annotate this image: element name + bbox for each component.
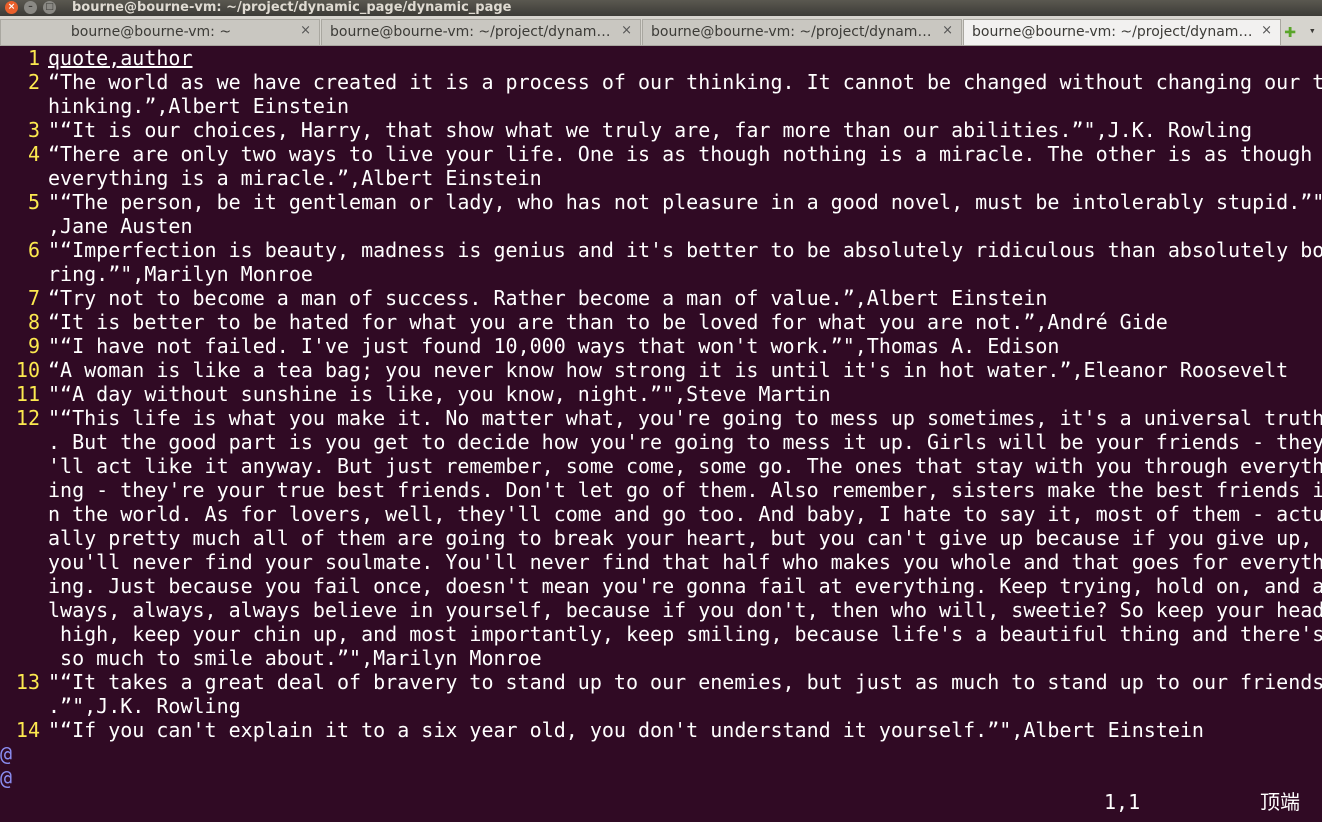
minimize-window-button[interactable]: – [24,1,37,14]
line-number: 5 [27,190,40,214]
tab-close-icon[interactable]: × [621,23,632,38]
line-text: “The world as we have created it is a pr… [48,70,1322,94]
line-text: ,Jane Austen [48,214,193,238]
line-number: 9 [27,334,40,358]
line-text: high, keep your chin up, and most import… [48,622,1322,646]
line-number: 11 [15,382,40,406]
line-text: "“A day without sunshine is like, you kn… [48,382,831,406]
line-text: "“It takes a great deal of bravery to st… [48,670,1322,694]
line-text: "“This life is what you make it. No matt… [48,406,1322,430]
tab-label: bourne@bourne-vm: ~/project/dynamic_page [330,24,614,40]
line-text: ing. Just because you fail once, doesn't… [48,574,1322,598]
line-text: 'll act like it anyway. But just remembe… [48,454,1322,478]
line-text: "“I have not failed. I've just found 10,… [48,334,1060,358]
line-text: ring.”",Marilyn Monroe [48,262,313,286]
vim-editor-area[interactable]: 1 quote,author 2 “The world as we have crea… [0,46,1322,822]
terminal-tab-1[interactable]: bourne@bourne-vm: ~ × [0,19,320,45]
line-number: 14 [15,718,40,742]
line-number: 2 [27,70,40,94]
terminal-tab-3[interactable]: bourne@bourne-vm: ~/project/dynamic_page… [642,19,962,45]
line-text: everything is a miracle.”,Albert Einstei… [48,166,542,190]
line-number: 12 [15,406,40,430]
line-text: “There are only two ways to live your li… [48,142,1313,166]
title-bar: × – □ bourne@bourne-vm: ~/project/dynami… [0,0,1322,16]
maximize-window-button[interactable]: □ [43,1,56,14]
line-text: “Try not to become a man of success. Rat… [48,286,1048,310]
line-number: 10 [15,358,40,382]
tab-close-icon[interactable]: × [942,23,953,38]
line-text: ally pretty much all of them are going t… [48,526,1313,550]
line-text: you'll never find your soulmate. You'll … [48,550,1322,574]
line-text: ing - they're your true best friends. Do… [48,478,1322,502]
line-number: 6 [27,238,40,262]
filler-marker: @ [0,742,13,766]
cursor-position: 1,1 [1104,790,1141,814]
line-number: 13 [15,670,40,694]
tab-close-icon[interactable]: × [1261,23,1272,38]
line-text: “A woman is like a tea bag; you never kn… [48,358,1289,382]
scroll-position: 顶端 [1260,790,1300,814]
new-tab-plus-icon[interactable]: ✚ [1284,19,1296,41]
terminal-tab-2[interactable]: bourne@bourne-vm: ~/project/dynamic_page… [321,19,641,45]
line-number: 8 [27,310,40,334]
line-text: "“It is our choices, Harry, that show wh… [48,118,1253,142]
tab-bar: bourne@bourne-vm: ~ × bourne@bourne-vm: … [0,16,1322,46]
line-text: hinking.”,Albert Einstein [48,94,350,118]
line-number: 3 [27,118,40,142]
line-text: . But the good part is you get to decide… [48,430,1322,454]
line-number: 4 [27,142,40,166]
line-text: so much to smile about.”",Marilyn Monroe [48,646,542,670]
line-text: n the world. As for lovers, well, they'l… [48,502,1322,526]
close-window-button[interactable]: × [5,1,18,14]
tab-label: bourne@bourne-vm: ~ [70,24,232,40]
line-number: 1 [27,46,40,70]
filler-marker: @ [0,766,13,790]
line-text: quote,author [48,46,193,70]
tab-label: bourne@bourne-vm: ~/project/dynamic_page… [972,24,1254,40]
tab-label: bourne@bourne-vm: ~/project/dynamic_page [651,24,935,40]
line-text: "“The person, be it gentleman or lady, w… [48,190,1322,214]
line-number: 7 [27,286,40,310]
line-text: lways, always, always believe in yoursel… [48,598,1322,622]
tab-list-chevron-down-icon[interactable]: ▾ [1309,20,1316,42]
terminal-tab-4-active[interactable]: bourne@bourne-vm: ~/project/dynamic_page… [963,19,1281,45]
line-text: “It is better to be hated for what you a… [48,310,1168,334]
tab-close-icon[interactable]: × [300,23,311,38]
line-text: .”",J.K. Rowling [48,694,241,718]
line-text: "“If you can't explain it to a six year … [48,718,1204,742]
line-text: "“Imperfection is beauty, madness is gen… [48,238,1322,262]
window-title: bourne@bourne-vm: ~/project/dynamic_page… [72,0,512,15]
